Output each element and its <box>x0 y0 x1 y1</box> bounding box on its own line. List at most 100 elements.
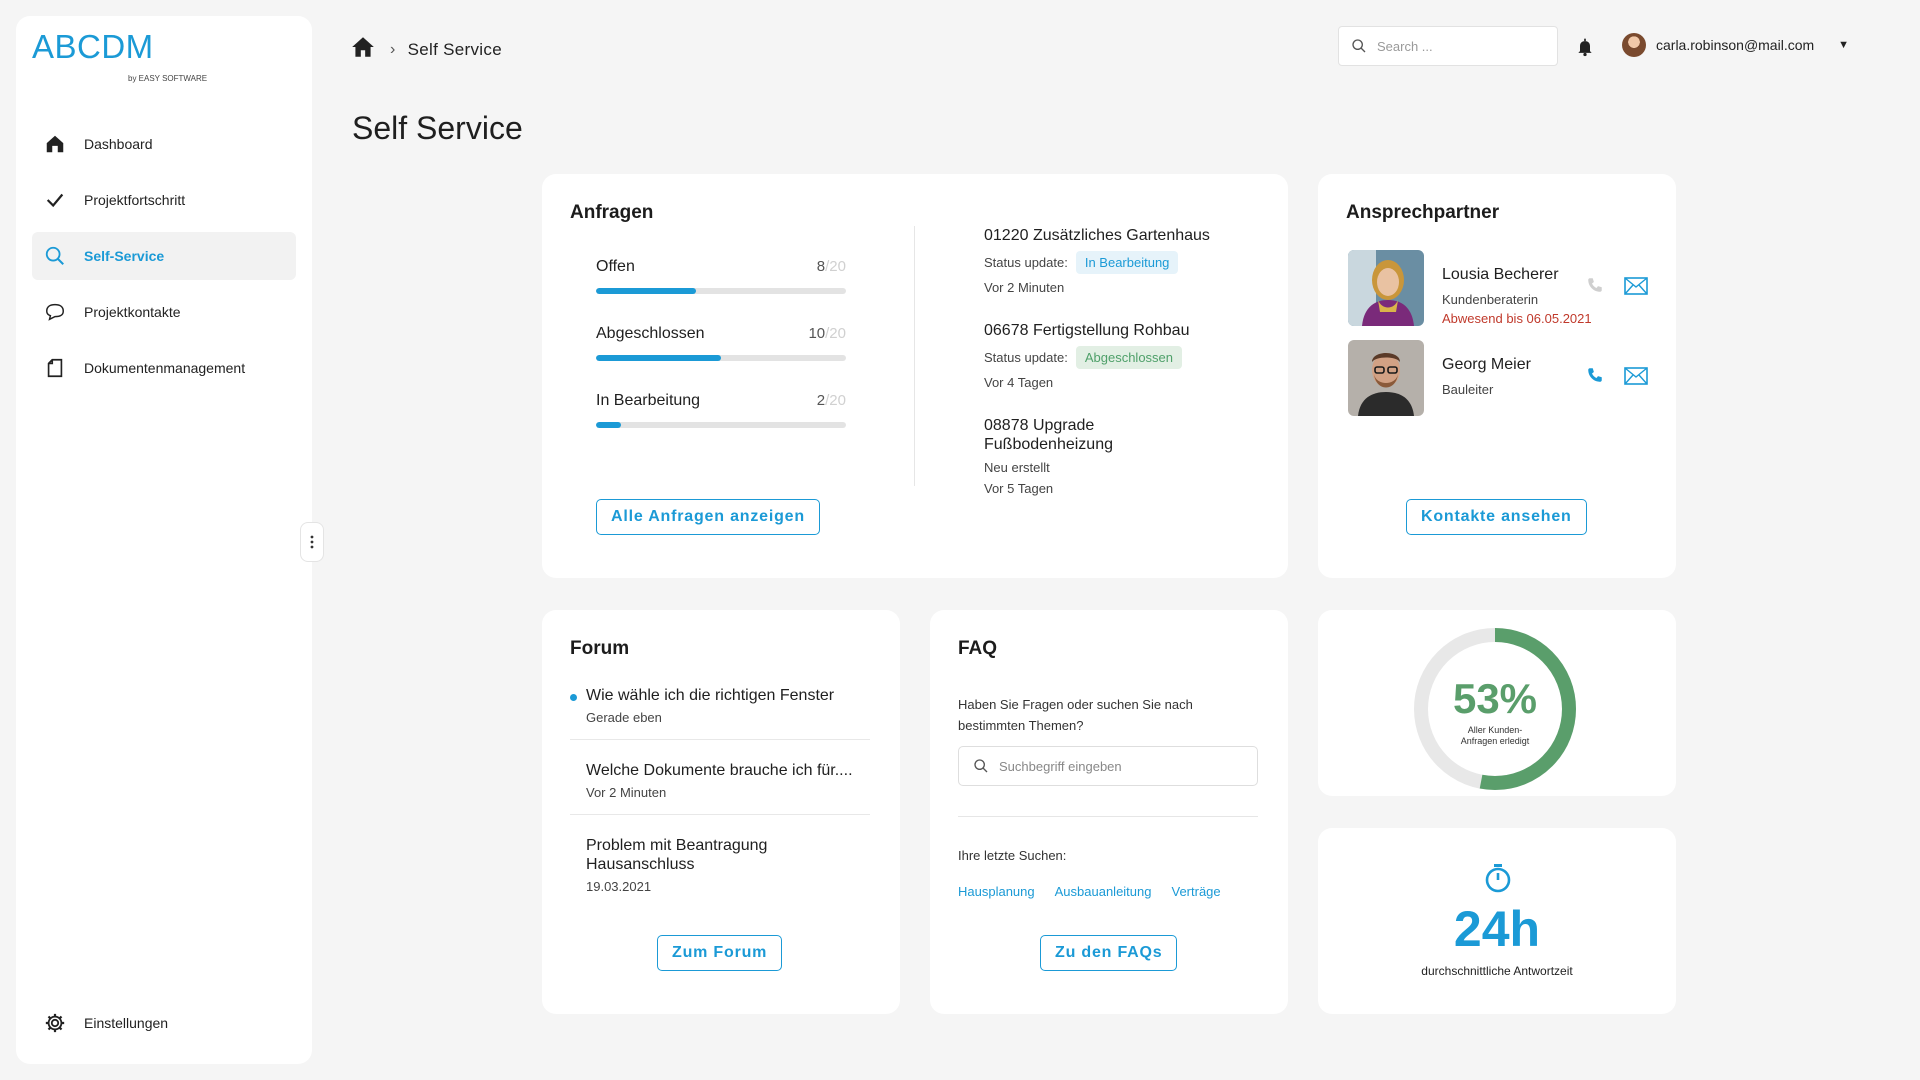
response-time-label: durchschnittliche Antwortzeit <box>1421 964 1573 978</box>
settings-label: Einstellungen <box>84 1015 169 1031</box>
contacts-card: Ansprechpartner Lousia Becherer Kundenbe… <box>1318 174 1676 578</box>
completion-percent: 53% <box>1452 675 1538 722</box>
sidebar-item-projektfortschritt[interactable]: Projektfortschritt <box>32 176 296 224</box>
contact-photo <box>1348 250 1424 326</box>
divider <box>958 816 1258 817</box>
recent-searches-label: Ihre letzte Suchen: <box>958 848 1067 863</box>
forum-post-date: Gerade eben <box>586 710 662 725</box>
request-title: 06678 Fertigstellung Rohbau <box>984 322 1190 339</box>
phone-icon <box>1586 276 1604 299</box>
recent-search-link[interactable]: Verträge <box>1171 884 1220 899</box>
progress-bar <box>596 355 846 361</box>
unread-dot <box>570 694 577 701</box>
progress-fill <box>596 355 721 361</box>
recent-search-link[interactable]: Ausbauanleitung <box>1055 884 1152 899</box>
anfragen-card: Anfragen Offen 8/20 Abgeschlossen 10/20 … <box>542 174 1288 578</box>
faq-button[interactable]: Zu den FAQs <box>1040 935 1178 971</box>
sidebar-collapse-handle[interactable] <box>300 522 324 562</box>
stat-count: 8 <box>816 258 826 275</box>
search-icon <box>1352 39 1366 53</box>
faq-card: FAQ Haben Sie Fragen oder suchen Sie nac… <box>930 610 1288 1014</box>
user-email: carla.robinson@mail.com <box>1656 37 1815 53</box>
recent-search-link[interactable]: Hausplanung <box>958 884 1035 899</box>
stat-in-bearbeitung: In Bearbeitung 2/20 <box>596 392 846 428</box>
forum-post-date: 19.03.2021 <box>586 879 652 894</box>
forum-post-date: Vor 2 Minuten <box>586 785 667 800</box>
card-title: Anfragen <box>570 202 654 223</box>
sidebar-item-self-service[interactable]: Self-Service <box>32 232 296 280</box>
global-search <box>1338 26 1558 66</box>
page-title: Self Service <box>352 110 523 146</box>
stopwatch-icon <box>1484 862 1512 899</box>
contact-name: Georg Meier <box>1442 356 1531 373</box>
sidebar-item-projektkontakte[interactable]: Projektkontakte <box>32 288 296 336</box>
contact-role: Bauleiter <box>1442 382 1494 397</box>
request-item[interactable]: 08878 Upgrade Fußbodenheizung Neu erstel… <box>984 416 1184 496</box>
sidebar-item-dashboard[interactable]: Dashboard <box>32 120 296 168</box>
request-title: 08878 Upgrade Fußbodenheizung <box>984 417 1113 453</box>
checkmark-icon <box>46 193 64 208</box>
forum-post[interactable]: Problem mit Beantragung Hausanschluss 19… <box>570 836 810 908</box>
forum-card: Forum Wie wähle ich die richtigen Fenste… <box>542 610 900 1014</box>
sidebar: ABCDM by EASY SOFTWARE Dashboard Projekt… <box>16 16 312 1064</box>
sidebar-item-label: Projektfortschritt <box>84 192 186 208</box>
forum-post-title: Problem mit Beantragung Hausanschluss <box>586 837 768 873</box>
contact-item: Lousia Becherer Kundenberaterin Abwesend… <box>1348 250 1660 326</box>
divider <box>914 226 915 486</box>
forum-post-title: Wie wähle ich die richtigen Fenster <box>586 687 835 704</box>
document-icon <box>47 358 63 378</box>
search-input[interactable] <box>1377 38 1537 54</box>
stat-count: 2 <box>816 392 826 409</box>
brand-name: ABCDM <box>32 28 154 65</box>
stat-count: 10 <box>808 325 826 342</box>
request-age: Vor 2 Minuten <box>984 280 1065 295</box>
more-vertical-icon <box>310 535 314 549</box>
stat-total: /20 <box>825 258 846 275</box>
request-status: Neu erstellt <box>984 460 1050 475</box>
contact-away-status: Abwesend bis 06.05.2021 <box>1442 311 1592 326</box>
home-icon[interactable] <box>350 34 376 65</box>
status-prefix: Status update: <box>984 255 1068 270</box>
sidebar-item-dokumentenmanagement[interactable]: Dokumentenmanagement <box>32 344 296 392</box>
all-requests-button[interactable]: Alle Anfragen anzeigen <box>596 499 820 535</box>
brand-logo[interactable]: ABCDM by EASY SOFTWARE <box>32 28 207 83</box>
request-item[interactable]: 06678 Fertigstellung Rohbau Status updat… <box>984 321 1244 390</box>
chevron-right-icon: › <box>390 40 396 58</box>
progress-fill <box>596 288 696 294</box>
search-icon <box>974 759 988 773</box>
completion-donut: 53% Aller Kunden-Anfragen erledigt <box>1410 624 1580 794</box>
faq-search-input[interactable] <box>999 758 1239 774</box>
forum-post[interactable]: Wie wähle ich die richtigen Fenster Gera… <box>570 686 870 740</box>
sidebar-item-label: Dashboard <box>84 136 153 152</box>
brand-sub: by EASY SOFTWARE <box>128 74 208 83</box>
sidebar-item-settings[interactable]: Einstellungen <box>44 1012 168 1034</box>
forum-post[interactable]: Welche Dokumente brauche ich für.... Vor… <box>570 761 870 815</box>
breadcrumb-current: Self Service <box>407 39 502 59</box>
recent-searches: Hausplanung Ausbauanleitung Verträge <box>958 884 1221 899</box>
mail-icon[interactable] <box>1624 367 1648 390</box>
stat-label: In Bearbeitung <box>596 392 701 409</box>
faq-search <box>958 746 1258 786</box>
faq-description: Haben Sie Fragen oder suchen Sie nach be… <box>958 697 1193 733</box>
contact-name: Lousia Becherer <box>1442 266 1559 283</box>
request-item[interactable]: 01220 Zusätzliches Gartenhaus Status upd… <box>984 226 1244 295</box>
sidebar-item-label: Self-Service <box>84 248 165 264</box>
contact-photo <box>1348 340 1424 416</box>
stat-label: Abgeschlossen <box>596 325 705 342</box>
phone-icon[interactable] <box>1586 366 1604 389</box>
mail-icon[interactable] <box>1624 277 1648 300</box>
forum-button[interactable]: Zum Forum <box>657 935 783 971</box>
notification-bell-icon[interactable] <box>1575 36 1595 63</box>
progress-bar <box>596 422 846 428</box>
user-menu[interactable]: carla.robinson@mail.com ▼ <box>1622 33 1849 57</box>
contact-item: Georg Meier Bauleiter <box>1348 340 1660 416</box>
response-time-card: 24h durchschnittliche Antwortzeit <box>1318 828 1676 1014</box>
caret-down-icon: ▼ <box>1838 39 1850 51</box>
contact-role: Kundenberaterin <box>1442 292 1539 307</box>
completion-kpi-card: 53% Aller Kunden-Anfragen erledigt <box>1318 610 1676 796</box>
card-title: Forum <box>570 638 630 659</box>
status-prefix: Status update: <box>984 350 1068 365</box>
view-contacts-button[interactable]: Kontakte ansehen <box>1406 499 1587 535</box>
gear-icon <box>45 1013 65 1033</box>
stat-label: Offen <box>596 258 635 275</box>
